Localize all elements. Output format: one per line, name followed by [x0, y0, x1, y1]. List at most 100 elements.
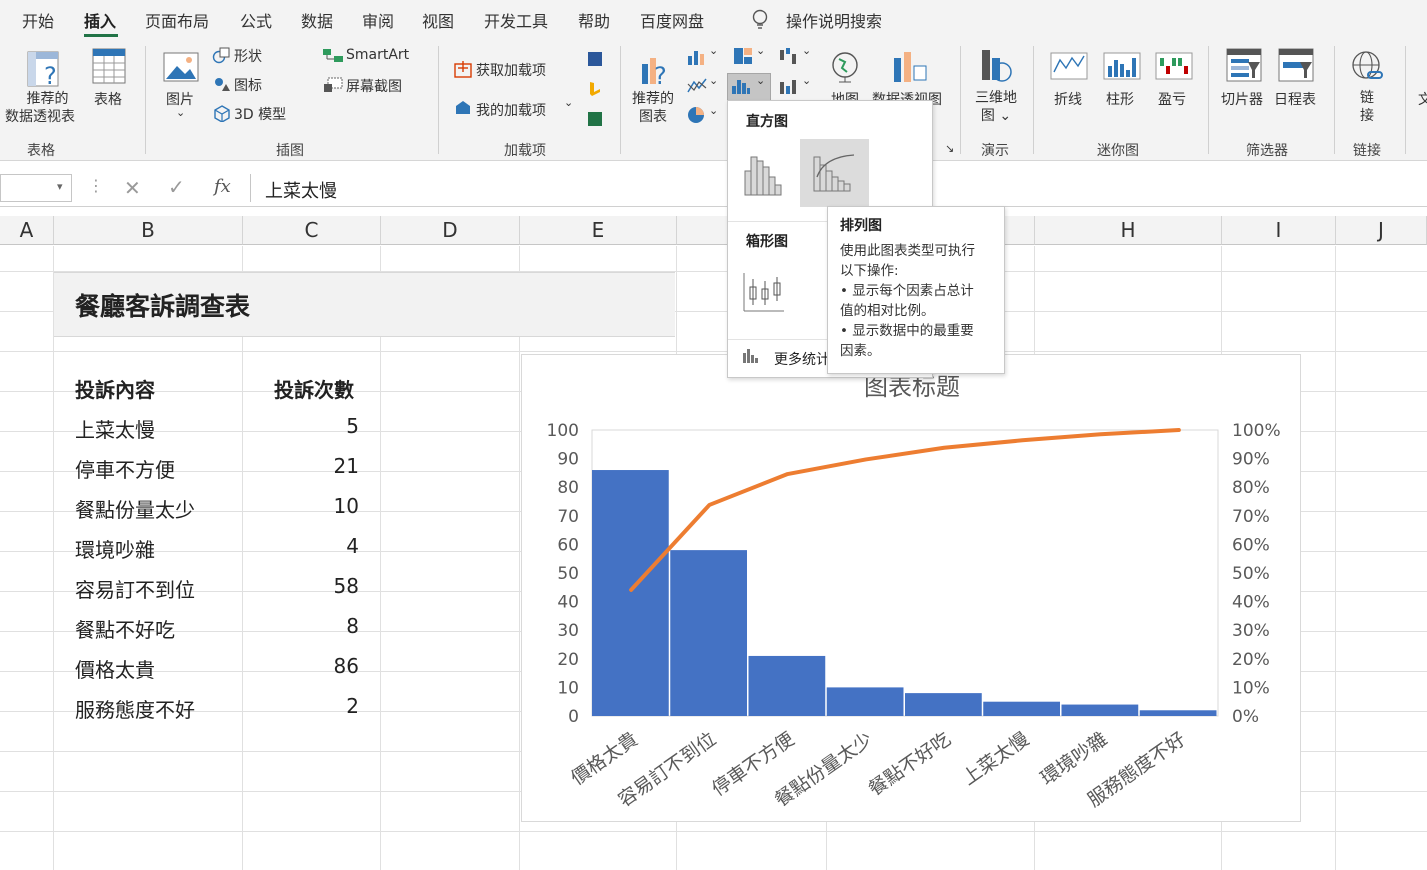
- col-header-c[interactable]: C: [243, 216, 381, 245]
- cell-count[interactable]: 2: [243, 694, 359, 718]
- hierarchy-chart-chevron-icon[interactable]: ⌄: [756, 44, 765, 57]
- col-header-j[interactable]: J: [1336, 216, 1427, 245]
- line-chart-icon[interactable]: [686, 76, 708, 96]
- my-addins-icon: [456, 101, 470, 114]
- enter-check-icon[interactable]: ✓: [168, 175, 185, 199]
- sparkline-line-icon: [1050, 52, 1088, 80]
- pie-chart-icon[interactable]: [686, 104, 708, 126]
- table-button[interactable]: 表格: [94, 89, 122, 109]
- name-box-dropdown-icon[interactable]: ▾: [57, 180, 63, 193]
- link-button[interactable]: 链接: [1360, 89, 1374, 125]
- 3d-map-button[interactable]: 三维地图 ⌄: [975, 89, 1017, 125]
- col-header-h[interactable]: H: [1035, 216, 1222, 245]
- cell-count[interactable]: 4: [243, 534, 359, 558]
- cell-count[interactable]: 10: [243, 494, 359, 518]
- more-stats-charts-link[interactable]: 更多统计: [774, 349, 830, 369]
- cell-complaint[interactable]: 停車不方便: [75, 454, 175, 483]
- tab-developer[interactable]: 开发工具: [484, 8, 548, 32]
- icons-button[interactable]: 图标: [234, 75, 262, 95]
- cell-count[interactable]: 21: [243, 454, 359, 478]
- hierarchy-chart-icon[interactable]: [732, 46, 754, 66]
- charts-dialog-launcher-icon[interactable]: ↘: [945, 142, 954, 155]
- insert-function-icon[interactable]: fx: [214, 176, 231, 197]
- smartart-icon: [323, 49, 343, 62]
- header-complaint[interactable]: 投訴內容: [75, 374, 155, 403]
- waterfall-chart-icon[interactable]: [778, 46, 800, 66]
- tooltip-line: • 显示数据中的最重要: [840, 323, 974, 339]
- cell-count[interactable]: 5: [243, 414, 359, 438]
- cell-complaint[interactable]: 容易訂不到位: [75, 574, 195, 603]
- cell-count[interactable]: 86: [243, 654, 359, 678]
- tab-insert[interactable]: 插入: [84, 8, 116, 32]
- pareto-chart[interactable]: 图表标题 0 10 20 30 40 50 60 70 80 90 100 0% 10% 20% 30% 40%…: [521, 354, 1301, 822]
- link-globe-icon: [1352, 51, 1383, 79]
- y-tick-label: 20: [557, 650, 579, 670]
- picture-chevron-icon[interactable]: ⌄: [176, 106, 185, 119]
- col-header-a[interactable]: A: [0, 216, 54, 245]
- tab-help[interactable]: 帮助: [578, 8, 610, 32]
- tab-data[interactable]: 数据: [301, 8, 333, 32]
- statistic-chart-chevron-icon[interactable]: ⌄: [756, 74, 765, 87]
- cube-3d-icon: [214, 105, 230, 122]
- bing-icon: [590, 82, 600, 96]
- sparkline-line-button[interactable]: 折线: [1054, 89, 1082, 109]
- tell-me-search[interactable]: 操作说明搜索: [786, 8, 882, 32]
- histogram-option[interactable]: [742, 149, 786, 197]
- recommended-pivot-button[interactable]: 推荐的 数据透视表: [5, 90, 75, 126]
- cell-complaint[interactable]: 餐點份量太少: [75, 494, 195, 523]
- slicer-button[interactable]: 切片器: [1221, 89, 1263, 109]
- cell-complaint[interactable]: 環境吵雜: [75, 534, 155, 563]
- cell-complaint[interactable]: 價格太貴: [75, 654, 155, 683]
- cell-complaint[interactable]: 上菜太慢: [75, 414, 155, 443]
- cell-count[interactable]: 8: [243, 614, 359, 638]
- sparkline-column-button[interactable]: 柱形: [1106, 89, 1134, 109]
- tab-baidu-netdisk[interactable]: 百度网盘: [640, 8, 704, 32]
- tab-view[interactable]: 视图: [422, 8, 454, 32]
- tab-review[interactable]: 审阅: [362, 8, 394, 32]
- name-box[interactable]: ▾: [0, 174, 72, 202]
- cell-count[interactable]: 58: [243, 574, 359, 598]
- timeline-icon: [1278, 48, 1314, 82]
- tooltip-line: 因素。: [840, 343, 881, 359]
- my-addins-button[interactable]: 我的加载项: [476, 100, 546, 120]
- box-whisker-option[interactable]: [742, 271, 786, 315]
- tab-home[interactable]: 开始: [22, 8, 54, 32]
- column-gridline: [519, 246, 520, 870]
- column-chart-chevron-icon[interactable]: ⌄: [709, 44, 718, 57]
- people-graph-icon: [588, 112, 602, 126]
- title-cell[interactable]: 餐廳客訴調查表: [54, 272, 675, 337]
- category-label: 上菜太慢: [958, 728, 1033, 790]
- waterfall-chart-chevron-icon[interactable]: ⌄: [802, 44, 811, 57]
- tab-formulas[interactable]: 公式: [240, 8, 272, 32]
- column-chart-icon[interactable]: [686, 48, 708, 66]
- get-addins-button[interactable]: 获取加载项: [476, 60, 546, 80]
- col-header-b[interactable]: B: [54, 216, 243, 245]
- text-button[interactable]: 文: [1418, 89, 1427, 109]
- row-gridline: [0, 831, 1427, 832]
- smartart-button[interactable]: SmartArt: [346, 47, 409, 63]
- shapes-button[interactable]: 形状: [234, 46, 262, 66]
- recommended-charts-button[interactable]: 推荐的 图表: [632, 90, 674, 126]
- col-header-e[interactable]: E: [520, 216, 677, 245]
- col-header-d[interactable]: D: [381, 216, 520, 245]
- my-addins-chevron-icon[interactable]: ⌄: [564, 96, 573, 109]
- cell-complaint[interactable]: 餐點不好吃: [75, 614, 175, 643]
- tab-page-layout[interactable]: 页面布局: [145, 8, 209, 32]
- timeline-button[interactable]: 日程表: [1274, 89, 1316, 109]
- pivot-table-icon: ?: [27, 51, 59, 90]
- cancel-icon[interactable]: ✕: [124, 176, 141, 200]
- combo-chart-icon[interactable]: [778, 76, 800, 96]
- column-gridline: [242, 246, 243, 870]
- header-count[interactable]: 投訴次數: [274, 374, 354, 403]
- cell-complaint[interactable]: 服務態度不好: [75, 694, 195, 723]
- col-header-i[interactable]: I: [1222, 216, 1336, 245]
- 3d-model-button[interactable]: 3D 模型: [234, 104, 286, 124]
- icons-icon: [215, 78, 230, 91]
- pie-chart-chevron-icon[interactable]: ⌄: [709, 104, 718, 117]
- pareto-option[interactable]: [800, 139, 869, 207]
- combo-chart-chevron-icon[interactable]: ⌄: [802, 74, 811, 87]
- group-illustrations-label: 插图: [276, 143, 304, 159]
- screenshot-button[interactable]: 屏幕截图: [346, 76, 402, 96]
- sparkline-winloss-button[interactable]: 盈亏: [1158, 89, 1186, 109]
- line-chart-chevron-icon[interactable]: ⌄: [709, 74, 718, 87]
